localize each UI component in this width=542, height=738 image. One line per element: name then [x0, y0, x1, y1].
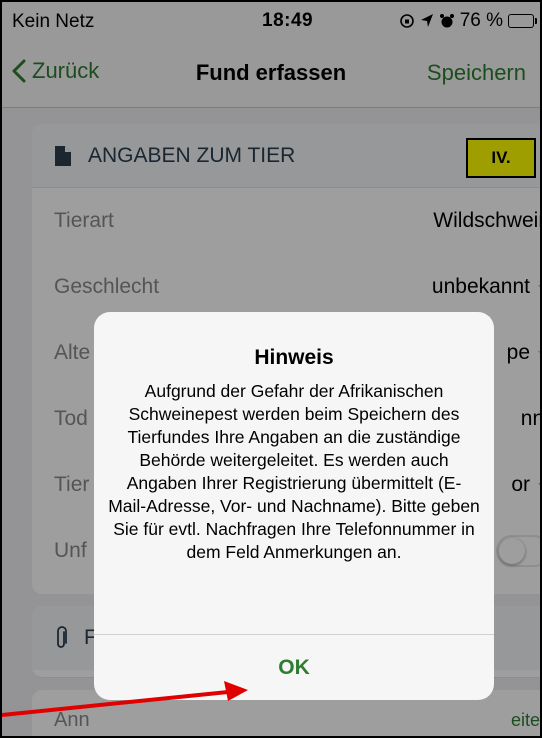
annotation-arrow-icon: [2, 681, 248, 717]
app-screen: Kein Netz 18:49 76 % Zurück Fund erfasse…: [0, 0, 542, 738]
